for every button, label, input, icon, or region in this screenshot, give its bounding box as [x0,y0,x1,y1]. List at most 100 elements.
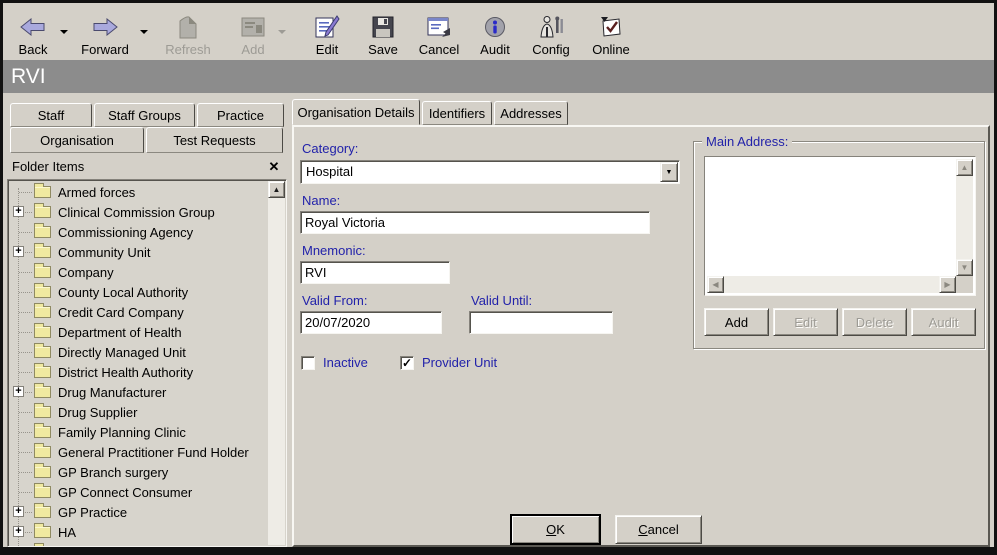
online-button[interactable]: Online [585,7,637,57]
tree-expander-minus-icon[interactable]: − [13,546,24,547]
tree-item-label: Commissioning Agency [58,225,193,240]
tree-expander-plus-icon[interactable]: + [13,526,24,537]
refresh-button[interactable]: Refresh [159,7,217,57]
scrollbar-corner [956,276,973,293]
tree-scrollbar[interactable]: ▲ [268,181,285,545]
tree-item[interactable]: +Community Unit [10,242,267,262]
address-delete-button[interactable]: Delete [842,308,907,336]
audit-button[interactable]: Audit [471,7,519,57]
address-audit-button[interactable]: Audit [911,308,976,336]
ok-button[interactable]: OK [511,515,600,544]
inactive-checkbox-row: ✓ Inactive [301,355,368,370]
scroll-left-icon[interactable]: ◀ [707,276,724,293]
main-address-listbox[interactable]: ▲ ▼ ◀ ▶ [704,156,976,296]
tree-item[interactable]: −Hospital [10,542,267,547]
mnemonic-label: Mnemonic: [302,243,366,258]
folder-icon [34,186,51,198]
inactive-checkbox-label: Inactive [323,355,368,370]
tree-item[interactable]: +Clinical Commission Group [10,202,267,222]
tree-item[interactable]: District Health Authority [10,362,267,382]
forward-button[interactable]: Forward [73,7,137,57]
provider-unit-checkbox[interactable]: ✓ [400,356,414,370]
chevron-down-icon[interactable]: ▼ [660,162,678,182]
add-dropdown-button[interactable] [275,7,289,57]
folder-icon [34,486,51,498]
folder-icon [34,446,51,458]
tab-organisation-details[interactable]: Organisation Details [292,99,420,125]
tree-item[interactable]: +GP Practice [10,502,267,522]
main-address-list-area[interactable] [705,157,975,295]
close-icon[interactable]: ✕ [266,159,282,175]
mnemonic-field[interactable] [300,261,450,284]
scroll-up-icon[interactable]: ▲ [268,181,285,198]
name-field[interactable] [300,211,650,234]
scroll-up-icon[interactable]: ▲ [956,159,973,176]
tab-addresses[interactable]: Addresses [494,101,568,125]
tree-item-label: Drug Supplier [58,405,138,420]
tab-label: Addresses [500,106,561,121]
save-button[interactable]: Save [361,7,405,57]
tree-item[interactable]: Department of Health [10,322,267,342]
tree-item[interactable]: Company [10,262,267,282]
forward-dropdown-button[interactable] [137,7,151,57]
cancel-button-label: Cancel [419,42,459,57]
chevron-down-icon [60,30,68,34]
cancel-button[interactable]: Cancel [411,7,467,57]
tree-item[interactable]: Drug Supplier [10,402,267,422]
back-dropdown-button[interactable] [57,7,71,57]
tree-item[interactable]: GP Branch surgery [10,462,267,482]
tree-item[interactable]: Family Planning Clinic [10,422,267,442]
tree-item[interactable]: General Practitioner Fund Holder [10,442,267,462]
tab-label: Organisation [40,133,114,148]
cancel-button[interactable]: Cancel [615,515,702,544]
folder-icon [34,406,51,418]
refresh-icon [177,12,199,42]
valid-until-field[interactable] [469,311,613,334]
address-horizontal-scrollbar[interactable]: ◀ ▶ [707,276,956,293]
page-title: RVI [11,65,46,88]
valid-from-label: Valid From: [302,293,368,308]
scroll-down-icon[interactable]: ▼ [956,259,973,276]
tab-test-requests[interactable]: Test Requests [146,127,283,153]
tree-item[interactable]: +Drug Manufacturer [10,382,267,402]
scroll-right-icon[interactable]: ▶ [939,276,956,293]
tree-item[interactable]: +HA [10,522,267,542]
category-dropdown[interactable]: Hospital ▼ [300,160,680,184]
edit-button[interactable]: Edit [305,7,349,57]
inactive-checkbox[interactable]: ✓ [301,356,315,370]
tree-item-label: Department of Health [58,325,182,340]
audit-button-label: Audit [480,42,510,57]
valid-until-label: Valid Until: [471,293,532,308]
tree-item[interactable]: Commissioning Agency [10,222,267,242]
edit-button-label: Edit [316,42,338,57]
check-icon: ✓ [402,357,412,369]
back-button[interactable]: Back [9,7,57,57]
tree-item-label: Directly Managed Unit [58,345,186,360]
config-icon [538,12,564,42]
tab-organisation[interactable]: Organisation [10,127,144,153]
tab-staff-groups[interactable]: Staff Groups [94,103,195,127]
edit-icon [314,12,340,42]
back-button-label: Back [19,42,48,57]
tree-expander-plus-icon[interactable]: + [13,506,24,517]
tab-practice[interactable]: Practice [197,103,284,127]
valid-from-field[interactable] [300,311,442,334]
tab-staff[interactable]: Staff [10,103,92,127]
tree-item[interactable]: GP Connect Consumer [10,482,267,502]
tree-item[interactable]: Directly Managed Unit [10,342,267,362]
address-vertical-scrollbar[interactable]: ▲ ▼ [956,159,973,276]
add-button-label: Add [241,42,264,57]
tree-item[interactable]: County Local Authority [10,282,267,302]
tree-item[interactable]: Armed forces [10,182,267,202]
online-button-label: Online [592,42,630,57]
address-add-button[interactable]: Add [704,308,769,336]
tab-identifiers[interactable]: Identifiers [422,101,492,125]
address-edit-button[interactable]: Edit [773,308,838,336]
config-button[interactable]: Config [527,7,575,57]
tree-item[interactable]: Credit Card Company [10,302,267,322]
tree-expander-plus-icon[interactable]: + [13,206,24,217]
tree-expander-plus-icon[interactable]: + [13,246,24,257]
folder-icon [34,386,51,398]
tree-expander-plus-icon[interactable]: + [13,386,24,397]
add-button[interactable]: Add [231,7,275,57]
